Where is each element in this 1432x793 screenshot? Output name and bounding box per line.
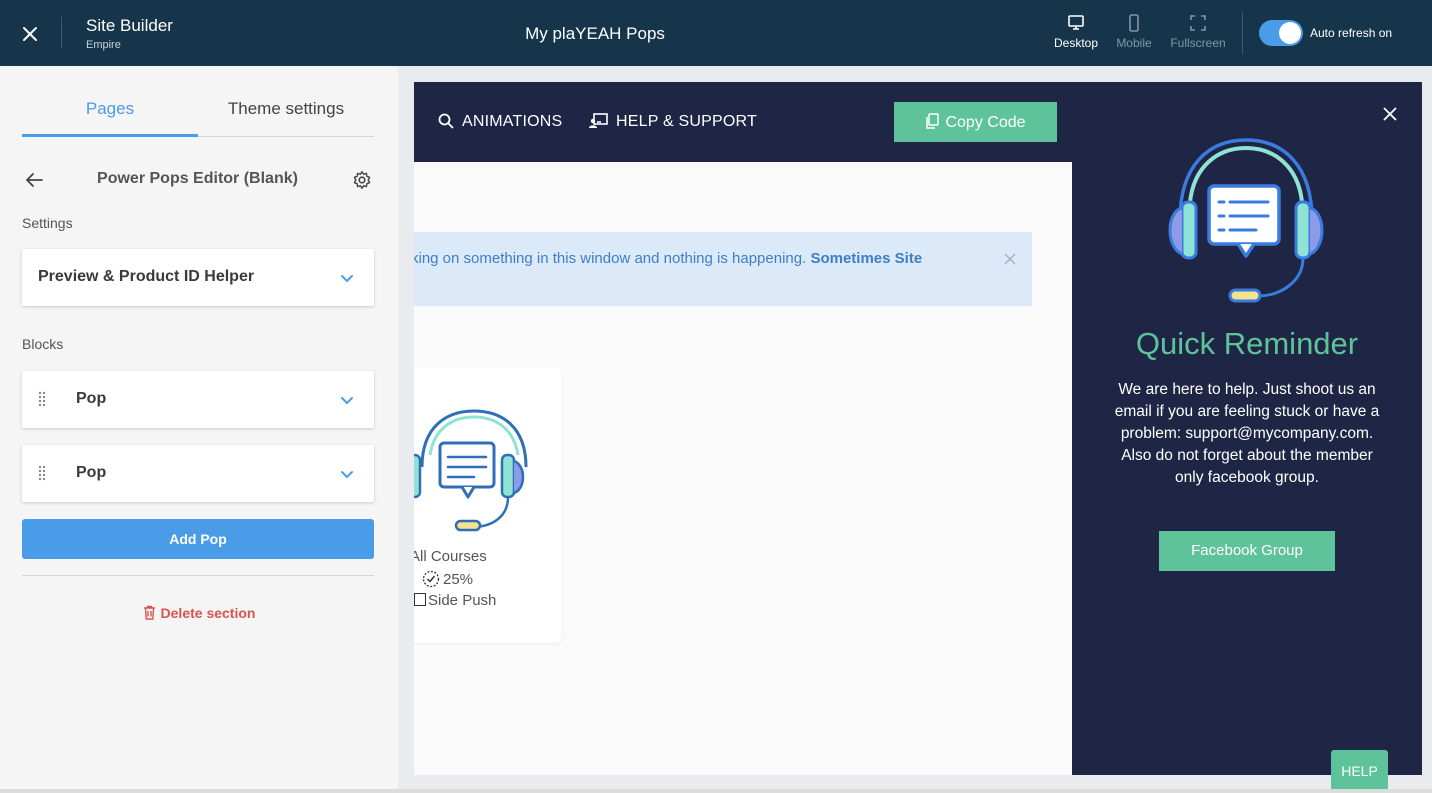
divider <box>22 575 374 576</box>
nav-help-support-label: HELP & SUPPORT <box>616 113 757 130</box>
course-option-label: Side Push <box>428 592 497 609</box>
nav-animations-label: ANIMATIONS <box>462 113 563 130</box>
view-mobile-button[interactable]: Mobile <box>1104 14 1164 50</box>
add-pop-button[interactable]: Add Pop <box>22 519 374 559</box>
delete-section-label: Delete section <box>160 605 256 621</box>
bottom-strip <box>0 789 1432 793</box>
quick-reminder-panel: Quick Reminder We are here to help. Just… <box>1072 82 1422 775</box>
copy-code-button[interactable]: Copy Code <box>894 102 1057 142</box>
headset-chat-icon <box>414 405 534 538</box>
tab-theme-settings[interactable]: Theme settings <box>198 86 374 137</box>
delete-section-button[interactable]: Delete section <box>0 605 398 621</box>
panel-title: Quick Reminder <box>1135 326 1359 361</box>
settings-label: Settings <box>22 215 73 231</box>
facebook-group-button[interactable]: Facebook Group <box>1159 531 1335 571</box>
editor-title: Power Pops Editor (Blank) <box>97 170 298 187</box>
top-bar: Site Builder Empire My plaYEAH Pops Desk… <box>0 0 1432 66</box>
view-fullscreen-label: Fullscreen <box>1170 36 1226 50</box>
desktop-icon <box>1068 15 1084 30</box>
chevron-down-icon <box>340 467 354 485</box>
preview-nav: ANIMATIONS HELP & SUPPORT Copy Code <box>414 82 1072 162</box>
course-progress-value: 25% <box>443 571 474 588</box>
chevron-down-icon <box>340 393 354 411</box>
course-progress: 25% <box>422 570 473 588</box>
nav-help-support[interactable]: HELP & SUPPORT <box>588 113 757 131</box>
divider <box>1242 12 1243 54</box>
headset-support-icon <box>1162 136 1332 311</box>
toggle-knob <box>1279 22 1301 44</box>
notice-banner: king on something in this window and not… <box>414 232 1032 306</box>
view-desktop-label: Desktop <box>1053 36 1099 50</box>
page-title: My plaYEAH Pops <box>525 24 665 43</box>
course-option[interactable]: Side Push <box>414 592 496 609</box>
block-item-pop-1[interactable]: Pop <box>22 371 374 428</box>
fullscreen-icon <box>1190 15 1206 31</box>
site-preview: ANIMATIONS HELP & SUPPORT Copy Code king… <box>414 82 1422 775</box>
notice-text-main: king on something in this window and not… <box>414 250 807 267</box>
close-icon[interactable] <box>1382 106 1398 127</box>
auto-refresh-label: Auto refresh on <box>1310 26 1393 40</box>
help-button[interactable]: HELP <box>1331 750 1388 793</box>
copy-code-label: Copy Code <box>945 114 1026 131</box>
checkbox[interactable] <box>414 593 426 606</box>
block-label: Pop <box>76 464 107 481</box>
search-icon <box>438 113 454 129</box>
sidebar: Pages Theme settings Power Pops Editor (… <box>0 66 398 793</box>
panel-body: We are here to help. Just shoot us an em… <box>1114 381 1380 486</box>
course-card[interactable]: All Courses 25% Side Push <box>414 367 561 643</box>
auto-refresh-toggle[interactable] <box>1259 20 1303 46</box>
settings-item-label: Preview & Product ID Helper <box>38 268 255 285</box>
tab-pages[interactable]: Pages <box>22 86 198 137</box>
notice-text: king on something in this window and not… <box>414 250 922 267</box>
nav-animations[interactable]: ANIMATIONS <box>438 113 562 131</box>
copy-icon <box>926 113 940 129</box>
notice-text-bold: Sometimes Site <box>810 250 923 267</box>
view-mobile-label: Mobile <box>1116 36 1152 50</box>
drag-handle-icon[interactable] <box>38 465 46 486</box>
trash-icon <box>143 605 155 620</box>
sidebar-tabs: Pages Theme settings <box>22 86 374 137</box>
view-desktop-button[interactable]: Desktop <box>1046 14 1106 50</box>
chevron-down-icon <box>340 271 354 289</box>
check-circle-icon <box>422 570 440 588</box>
drag-handle-icon[interactable] <box>38 391 46 412</box>
back-arrow-icon[interactable] <box>24 170 44 195</box>
mobile-icon <box>1129 14 1139 32</box>
close-icon[interactable] <box>1004 252 1016 270</box>
blocks-label: Blocks <box>22 336 64 352</box>
block-item-pop-2[interactable]: Pop <box>22 445 374 502</box>
support-icon <box>589 113 608 128</box>
block-label: Pop <box>76 390 107 407</box>
gear-icon[interactable] <box>352 170 372 195</box>
view-fullscreen-button[interactable]: Fullscreen <box>1168 14 1228 50</box>
course-name: All Courses <box>414 548 487 565</box>
settings-item-preview-helper[interactable]: Preview & Product ID Helper <box>22 249 374 306</box>
